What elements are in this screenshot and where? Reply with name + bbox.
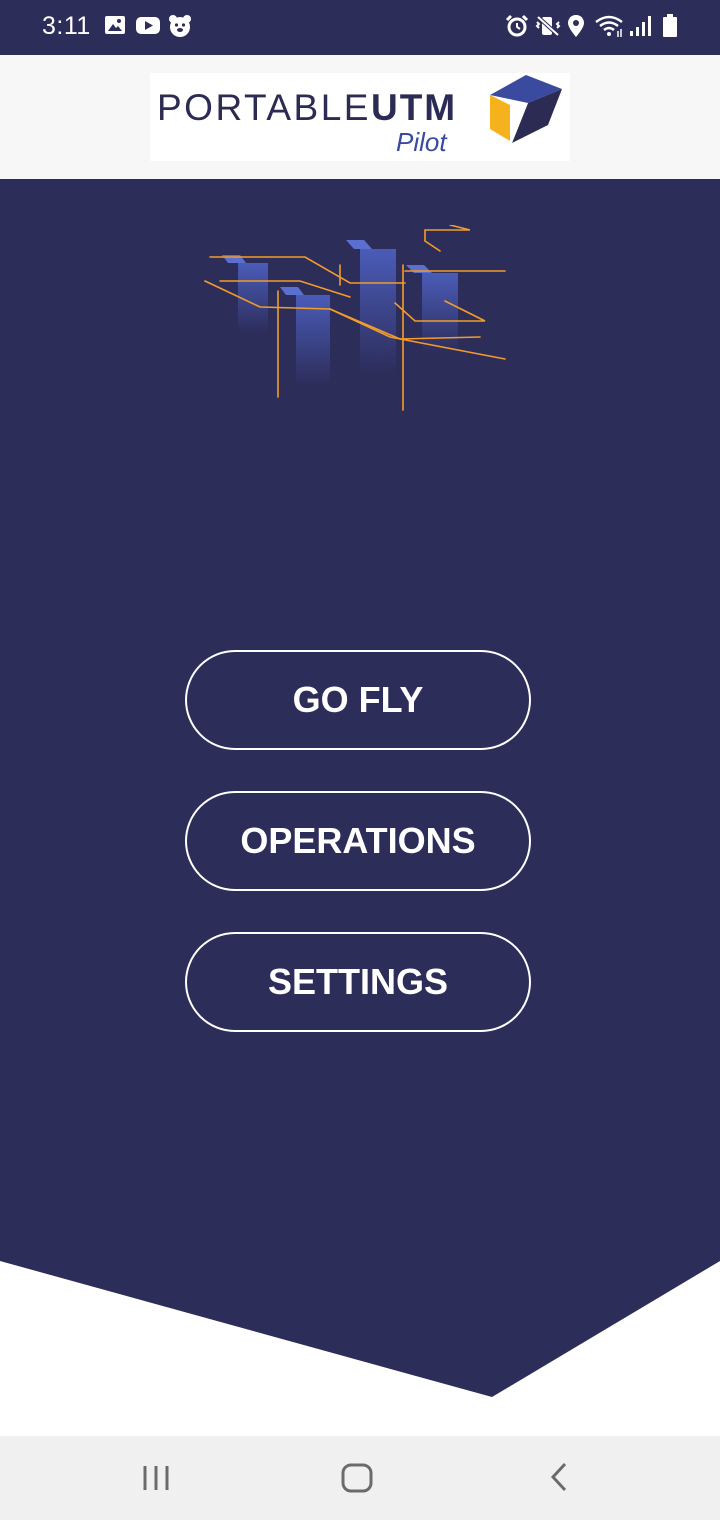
portableutm-logo: PORTABLEUTM Pilot	[150, 73, 570, 161]
location-icon	[568, 15, 584, 37]
status-time: 3:11	[42, 12, 91, 40]
operations-button[interactable]: OPERATIONS	[185, 791, 531, 891]
app-header: PORTABLEUTM Pilot	[0, 55, 720, 179]
youtube-icon	[136, 17, 160, 34]
navigation-bar	[0, 1436, 720, 1520]
recent-apps-icon[interactable]	[140, 1458, 172, 1498]
logo-wordmark: PORTABLEUTM	[157, 87, 457, 129]
back-icon[interactable]	[545, 1458, 573, 1498]
status-bar: 3:11	[0, 0, 720, 55]
logo-subtitle: Pilot	[396, 127, 447, 157]
logo-text-bold: UTM	[370, 87, 458, 128]
alarm-icon	[505, 14, 529, 37]
home-icon[interactable]	[340, 1458, 374, 1498]
bear-app-icon	[169, 15, 191, 37]
go-fly-button[interactable]: GO FLY	[185, 650, 531, 750]
mute-vibrate-icon	[535, 15, 561, 37]
settings-button[interactable]: SETTINGS	[185, 932, 531, 1032]
logo-text-light: PORTABLE	[157, 87, 371, 128]
battery-icon	[663, 14, 677, 37]
gallery-icon	[105, 16, 125, 34]
logo-cube-icon	[490, 75, 562, 143]
utm-city-illustration	[204, 225, 506, 411]
wifi-icon	[595, 15, 623, 37]
signal-icon	[630, 16, 651, 36]
